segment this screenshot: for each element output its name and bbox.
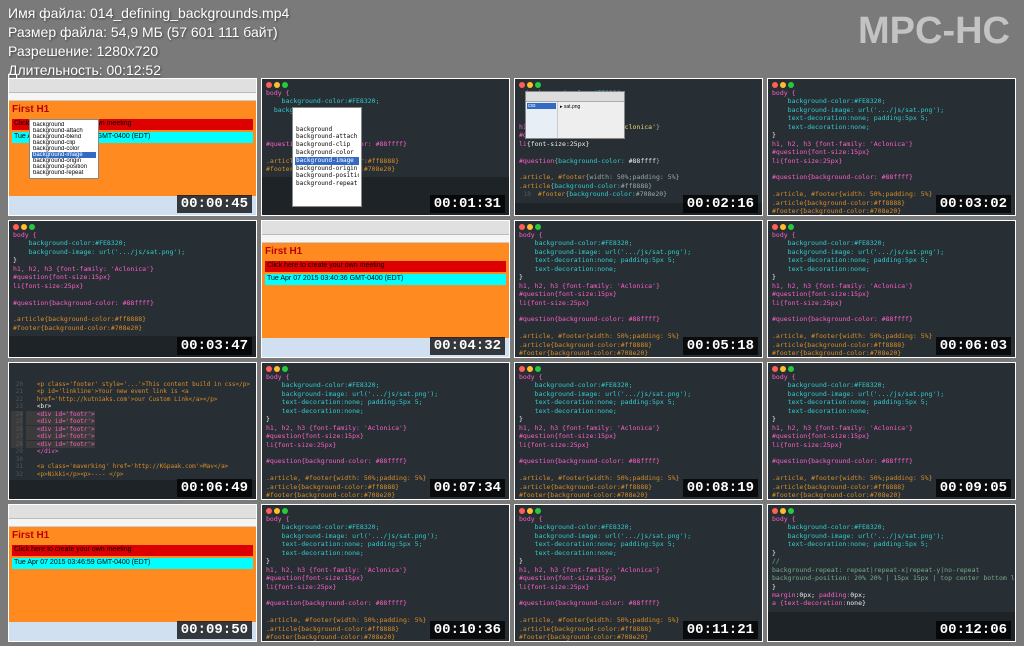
thumbnail[interactable]: background-color:#FE8320; background-ima… <box>514 78 763 216</box>
filesize: Размер файла: 54,9 МБ (57 601 111 байт) <box>8 23 289 42</box>
thumbnail[interactable]: body { background-color:#FE8320; backgro… <box>767 220 1016 358</box>
thumbnail[interactable]: First H1 Click here to create your own m… <box>8 78 257 216</box>
thumbnail-grid: First H1 Click here to create your own m… <box>8 78 1016 642</box>
resolution: Разрешение: 1280x720 <box>8 42 289 61</box>
thumbnail[interactable]: 20 <p class='footer' style='...'>This co… <box>8 362 257 500</box>
thumbnail[interactable]: First H1 Click here to create your own m… <box>8 504 257 642</box>
thumbnail[interactable]: body { background-color:#FE8320; backgro… <box>261 504 510 642</box>
thumbnail[interactable]: body { background-color:#FE8320; backgro… <box>8 220 257 358</box>
filename: Имя файла: 014_defining_backgrounds.mp4 <box>8 4 289 23</box>
app-logo: MPC-HC <box>858 10 1010 53</box>
file-info: Имя файла: 014_defining_backgrounds.mp4 … <box>8 4 289 80</box>
autocomplete-popup: background background-attach background-… <box>29 119 99 179</box>
thumbnail[interactable]: First H1 Click here to create your own m… <box>261 220 510 358</box>
timestamp: 00:08:19 <box>683 479 758 497</box>
timestamp: 00:00:45 <box>177 195 252 213</box>
timestamp: 00:06:49 <box>177 479 252 497</box>
timestamp: 00:07:34 <box>430 479 505 497</box>
thumbnail[interactable]: body { background-color:#FE8320; backgro… <box>767 78 1016 216</box>
timestamp: 00:09:05 <box>936 479 1011 497</box>
thumbnail[interactable]: body { background-color:#FE8320; backgro… <box>767 504 1016 642</box>
thumbnail[interactable]: body { background-color:#FE8320; backgro… <box>514 362 763 500</box>
file-dialog: css ▸ sat.png <box>525 91 625 139</box>
timestamp: 00:11:21 <box>683 621 758 639</box>
timestamp: 00:09:50 <box>177 621 252 639</box>
timestamp: 00:05:18 <box>683 337 758 355</box>
timestamp: 00:02:16 <box>683 195 758 213</box>
timestamp: 00:06:03 <box>936 337 1011 355</box>
thumbnail[interactable]: body { background-color:#FE8320; backgro… <box>514 220 763 358</box>
thumbnail[interactable]: body { background-color:#FE8320; backgro… <box>261 362 510 500</box>
timestamp: 00:03:02 <box>936 195 1011 213</box>
timestamp: 00:10:36 <box>430 621 505 639</box>
timestamp: 00:01:31 <box>430 195 505 213</box>
timestamp: 00:03:47 <box>177 337 252 355</box>
timestamp: 00:12:06 <box>936 621 1011 639</box>
thumbnail[interactable]: body { background-color:#FE8320; backgro… <box>261 78 510 216</box>
duration: Длительность: 00:12:52 <box>8 61 289 80</box>
thumbnail[interactable]: body { background-color:#FE8320; backgro… <box>514 504 763 642</box>
timestamp: 00:04:32 <box>430 337 505 355</box>
autocomplete-popup: backgroundbackground-attachbackground-cl… <box>292 107 362 177</box>
thumbnail[interactable]: body { background-color:#FE8320; backgro… <box>767 362 1016 500</box>
